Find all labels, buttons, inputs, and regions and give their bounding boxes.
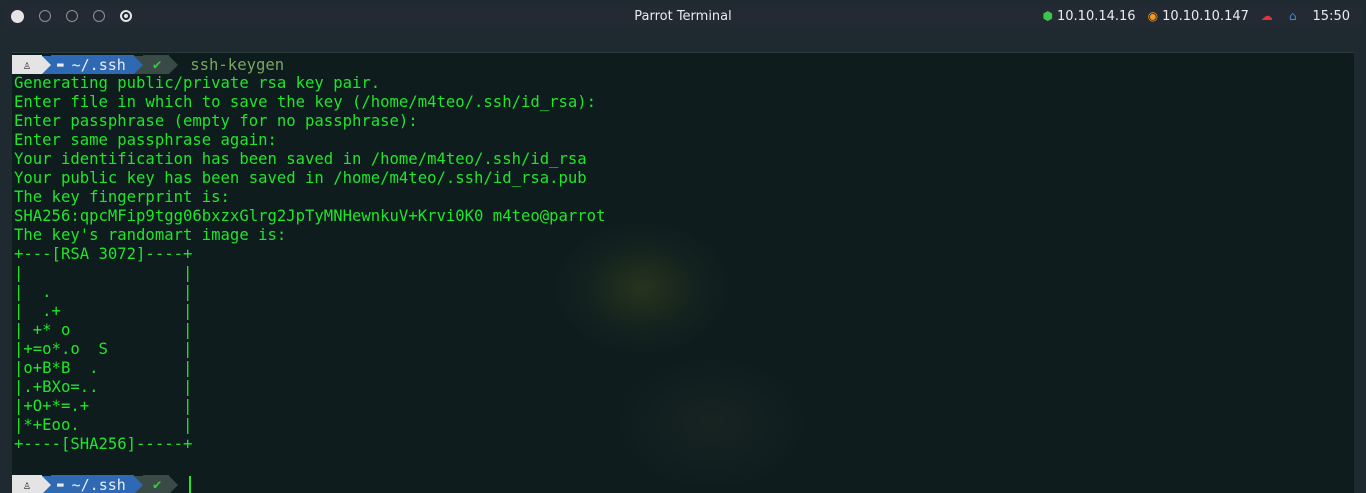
cloud-status[interactable]: ☁ (1261, 9, 1277, 23)
output-line: +----[SHA256]-----+ (14, 435, 193, 453)
prompt-separator (42, 55, 51, 74)
terminal-window[interactable]: ♙ ▬ ~/.ssh ✔ ssh-keygen Generating publi… (12, 52, 1354, 493)
output-line: | . | (14, 283, 193, 301)
output-line: The key's randomart image is: (14, 226, 287, 244)
output-line: | | (14, 264, 193, 282)
clock-time: 15:50 (1312, 8, 1350, 24)
output-line: |o+B*B . | (14, 359, 193, 377)
prompt-status: ✔ (142, 475, 170, 493)
prompt-separator (133, 55, 143, 74)
clock[interactable]: 15:50 (1313, 9, 1350, 24)
output-line: Generating public/private rsa key pair. (14, 74, 381, 92)
prompt-directory: ▬ ~/.ssh (51, 55, 134, 74)
checkmark-icon: ✔ (152, 476, 162, 493)
output-line: |.+BXo=.. | (14, 378, 193, 396)
output-line: | .+ | (14, 302, 193, 320)
folder-icon: ▬ (57, 58, 64, 71)
output-line: Your public key has been saved in /home/… (14, 169, 587, 187)
terminal-output: Generating public/private rsa key pair. E… (12, 74, 1354, 454)
workspace-3-indicator[interactable] (66, 10, 78, 22)
linux-icon: ♙ (12, 55, 42, 74)
cube-icon: ⬢ (1042, 9, 1053, 23)
output-line: |+O+*=.+ | (14, 397, 193, 415)
command-text: ssh-keygen (190, 55, 285, 74)
output-line: |*+Eoo. | (14, 416, 193, 434)
home-status[interactable]: ⌂ (1289, 9, 1301, 23)
output-line: | +* o | (14, 321, 193, 339)
prompt-separator (42, 475, 51, 493)
output-line: Enter passphrase (empty for no passphras… (14, 112, 418, 130)
output-line: Enter same passphrase again: (14, 131, 277, 149)
target-ip: 10.10.10.147 (1162, 8, 1249, 24)
prompt-separator (169, 475, 179, 493)
workspace-5-indicator[interactable] (120, 10, 132, 22)
output-line: Enter file in which to save the key (/ho… (14, 93, 597, 111)
prompt-directory-label: ~/.ssh (71, 475, 126, 493)
prompt-status: ✔ (142, 55, 170, 74)
output-line: +---[RSA 3072]----+ (14, 245, 193, 263)
linux-icon: ♙ (12, 475, 42, 493)
output-line: The key fingerprint is: (14, 188, 230, 206)
output-line: Your identification has been saved in /h… (14, 150, 587, 168)
checkmark-icon: ✔ (152, 56, 162, 73)
workspace-2-indicator[interactable] (39, 10, 51, 22)
vpn-status: ⬢ 10.10.14.16 (1043, 9, 1136, 24)
vpn-ip: 10.10.14.16 (1057, 8, 1136, 24)
prompt-directory-label: ~/.ssh (71, 55, 126, 74)
shell-prompt-current: ♙ ▬ ~/.ssh ✔ (12, 475, 1354, 493)
prompt-separator (133, 475, 143, 493)
target-icon: ◉ (1147, 9, 1159, 23)
output-line: |+=o*.o S | (14, 340, 193, 358)
output-line: SHA256:qpcMFip9tgg06bxzxGlrg2JpTyMNHewnk… (14, 207, 606, 225)
target-status: ◉ 10.10.10.147 (1148, 9, 1249, 24)
text-cursor[interactable] (189, 476, 192, 493)
status-area: ⬢ 10.10.14.16 ◉ 10.10.10.147 ☁ ⌂ 15:50 (1031, 9, 1350, 24)
folder-icon: ▬ (57, 478, 64, 491)
prompt-separator (169, 55, 179, 74)
home-icon: ⌂ (1288, 9, 1297, 23)
top-panel: Parrot Terminal ⬢ 10.10.14.16 ◉ 10.10.10… (4, 4, 1362, 28)
shell-prompt: ♙ ▬ ~/.ssh ✔ ssh-keygen (12, 55, 1354, 74)
cloud-icon: ☁ (1260, 9, 1273, 23)
workspace-switcher (11, 9, 147, 23)
workspace-4-indicator[interactable] (93, 10, 105, 22)
prompt-directory: ▬ ~/.ssh (51, 475, 134, 493)
workspace-1-indicator[interactable] (11, 9, 24, 23)
